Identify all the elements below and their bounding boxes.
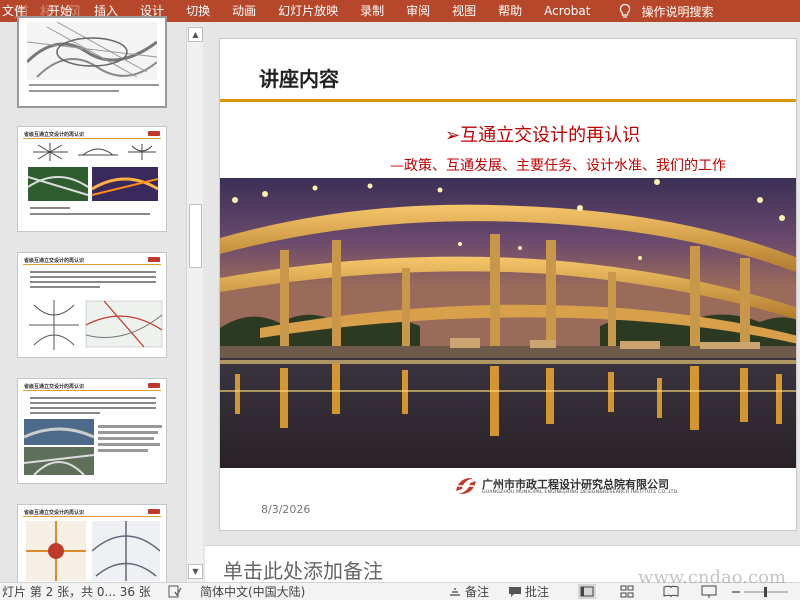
slide-subtitle-primary[interactable]: ➢互通立交设计的再认识 [445,121,640,147]
company-logo [456,477,476,495]
tab-review[interactable]: 审阅 [395,0,441,22]
language-indicator[interactable]: 简体中文(中国大陆) [200,584,305,600]
slide-thumbnail-5[interactable]: 省级互通立交设计的再认识 [17,378,167,484]
slide-thumbnail-6[interactable]: 省级互通立交设计的再认识 [17,504,167,594]
notes-icon [450,588,460,596]
tab-help[interactable]: 帮助 [487,0,533,22]
tab-view[interactable]: 视图 [441,0,487,22]
slide-thumbnail-3[interactable]: 省级互通立交设计的再认识 [17,126,167,232]
zoom-slider[interactable] [730,584,790,599]
scroll-up-button[interactable]: ▲ [188,27,203,42]
thumbnail-title: 省级互通立交设计的再认识 [24,132,85,138]
slide-thumbnail-1[interactable] [17,16,167,108]
comments-button-label: 批注 [525,585,550,599]
thumbnail-map-image [27,22,157,80]
tell-me-search[interactable]: 操作说明搜索 [601,3,713,20]
thumbnail-aerial-photos [24,419,162,476]
thumbnail-logo [148,509,160,514]
slide-date[interactable]: 8/3/2026 [261,503,310,516]
notes-button-label: 备注 [465,585,490,599]
tab-acrobat[interactable]: Acrobat [533,0,601,22]
slideshow-view-icon[interactable] [700,584,718,599]
powerpoint-window: 文件 开始 插入 设计 切换 动画 幻灯片放映 录制 审阅 视图 帮助 Acro… [0,0,800,600]
accessibility-check-icon[interactable] [168,585,182,598]
tab-animations[interactable]: 动画 [221,0,267,22]
notes-button[interactable]: 备注 [448,584,489,600]
slide-counter: 灯片 第 2 张，共 0... 36 张 [2,585,151,599]
notes-pane[interactable]: 单击此处添加备注 [205,545,800,584]
tell-me-label: 操作说明搜索 [641,4,714,19]
title-underline [220,99,796,102]
current-slide[interactable]: 讲座内容 ➢互通立交设计的再认识 —政策、互通发展、主要任务、设计水准、我们的工… [219,38,797,531]
notes-placeholder[interactable]: 单击此处添加备注 [223,555,383,584]
thumbnail-logo [148,383,160,388]
company-name-english: GUANGZHOU MUNICIPAL ENGINEERING DESIGN&R… [482,490,680,495]
thumbnail-scrollbar[interactable]: ▲ ▼ [186,26,203,582]
slide-thumbnail-4[interactable]: 省级互通立交设计的再认识 [17,252,167,358]
slide-subtitle-secondary[interactable]: —政策、互通发展、主要任务、设计水准、我们的工作 [390,155,726,175]
thumbnail-logo [148,131,160,136]
thumbnail-diagrams [33,143,156,161]
thumbnail-map-image [26,521,160,581]
tab-record[interactable]: 录制 [349,0,395,22]
tab-slideshow[interactable]: 幻灯片放映 [267,0,349,22]
interchange-night-photo[interactable] [220,178,797,468]
reading-view-icon[interactable] [662,584,680,599]
thumbnail-interchange-sketch [29,300,163,350]
slide-thumbnail-pane: 省级互通立交设计的再认识 省级互通立交设计的再认识 省级互通立交设计的再认识 省… [0,16,205,594]
thumbnail-title: 省级互通立交设计的再认识 [24,384,85,390]
thumbnail-photo-pair [28,167,158,201]
thumbnail-title: 省级互通立交设计的再认识 [24,510,85,516]
comments-button[interactable]: 批注 [508,584,549,600]
lightbulb-icon [620,3,631,18]
thumbnail-logo [148,257,160,262]
slide-sorter-view-icon[interactable] [618,584,636,599]
thumbnail-title: 省级互通立交设计的再认识 [24,258,85,264]
comment-icon [509,587,521,597]
slide-title[interactable]: 讲座内容 [259,63,339,92]
tab-transitions[interactable]: 切换 [175,0,221,22]
normal-view-icon[interactable] [578,584,596,599]
status-bar: 灯片 第 2 张，共 0... 36 张 简体中文(中国大陆) 备注 批注 ww… [0,567,800,600]
scrollbar-thumb[interactable] [189,204,202,268]
slide-editing-area: 讲座内容 ➢互通立交设计的再认识 —政策、互通发展、主要任务、设计水准、我们的工… [205,22,800,582]
scroll-down-button[interactable]: ▼ [188,564,203,579]
